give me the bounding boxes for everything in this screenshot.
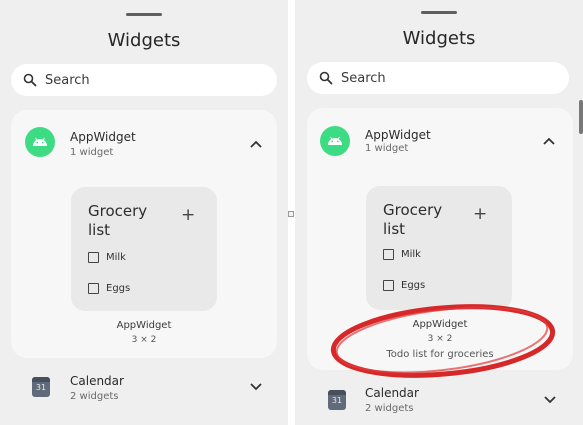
- checkbox-label-eggs: Eggs: [106, 283, 131, 294]
- search-icon: [319, 71, 333, 85]
- checkbox-eggs[interactable]: [383, 280, 394, 291]
- search-input[interactable]: Search: [11, 64, 277, 96]
- app-widget-name: AppWidget: [70, 130, 136, 144]
- chevron-up-icon[interactable]: [249, 139, 263, 149]
- grocery-widget-preview[interactable]: Grocery list + Milk Eggs: [71, 187, 217, 311]
- search-icon: [23, 73, 37, 87]
- calendar-icon-date: 31: [331, 396, 343, 405]
- widget-info-name: AppWidget: [116, 320, 172, 331]
- calendar-icon: 31: [32, 377, 50, 397]
- page-title: Widgets: [402, 28, 476, 49]
- calendar-name: Calendar: [70, 374, 124, 388]
- calendar-count: 2 widgets: [70, 391, 119, 402]
- grocery-widget-preview[interactable]: Grocery list + Milk Eggs: [366, 186, 512, 310]
- app-widget-count: 1 widget: [70, 147, 114, 158]
- checkbox-label-milk: Milk: [401, 249, 421, 260]
- drag-handle[interactable]: [126, 13, 162, 16]
- checkbox-eggs[interactable]: [88, 283, 99, 294]
- checkbox-label-eggs: Eggs: [401, 280, 426, 291]
- widget-preview-title: Grocery list: [88, 202, 148, 239]
- android-icon: [25, 127, 55, 157]
- widget-picker-before: Widgets Search AppWidget 1 widget Grocer…: [0, 0, 288, 425]
- search-placeholder: Search: [341, 70, 386, 86]
- chevron-down-icon[interactable]: [249, 382, 263, 392]
- scrollbar[interactable]: [579, 100, 583, 134]
- add-item-icon[interactable]: +: [181, 207, 195, 224]
- android-icon: [320, 126, 350, 156]
- calendar-icon-date: 31: [35, 383, 47, 392]
- app-widget-count: 1 widget: [365, 143, 409, 154]
- app-widget-name: AppWidget: [365, 128, 431, 142]
- widget-picker-after: Widgets Search AppWidget 1 widget Grocer…: [295, 0, 583, 425]
- widget-preview-title: Grocery list: [383, 201, 443, 238]
- page-title: Widgets: [107, 30, 181, 51]
- calendar-icon: 31: [328, 390, 346, 410]
- checkbox-milk[interactable]: [88, 252, 99, 263]
- drag-handle[interactable]: [421, 11, 457, 14]
- search-input[interactable]: Search: [307, 62, 569, 94]
- widget-info-size: 3 × 2: [131, 335, 157, 345]
- chevron-up-icon[interactable]: [542, 136, 556, 146]
- highlight-ellipse: [330, 304, 556, 378]
- app-widget-card: AppWidget 1 widget Grocery list + Milk E…: [11, 110, 277, 358]
- add-item-icon[interactable]: +: [473, 206, 487, 223]
- calendar-name: Calendar: [365, 386, 419, 400]
- panel-divider: [288, 0, 295, 425]
- checkbox-label-milk: Milk: [106, 252, 126, 263]
- calendar-count: 2 widgets: [365, 403, 414, 414]
- search-placeholder: Search: [45, 72, 90, 88]
- chevron-down-icon[interactable]: [543, 395, 557, 405]
- checkbox-milk[interactable]: [383, 249, 394, 260]
